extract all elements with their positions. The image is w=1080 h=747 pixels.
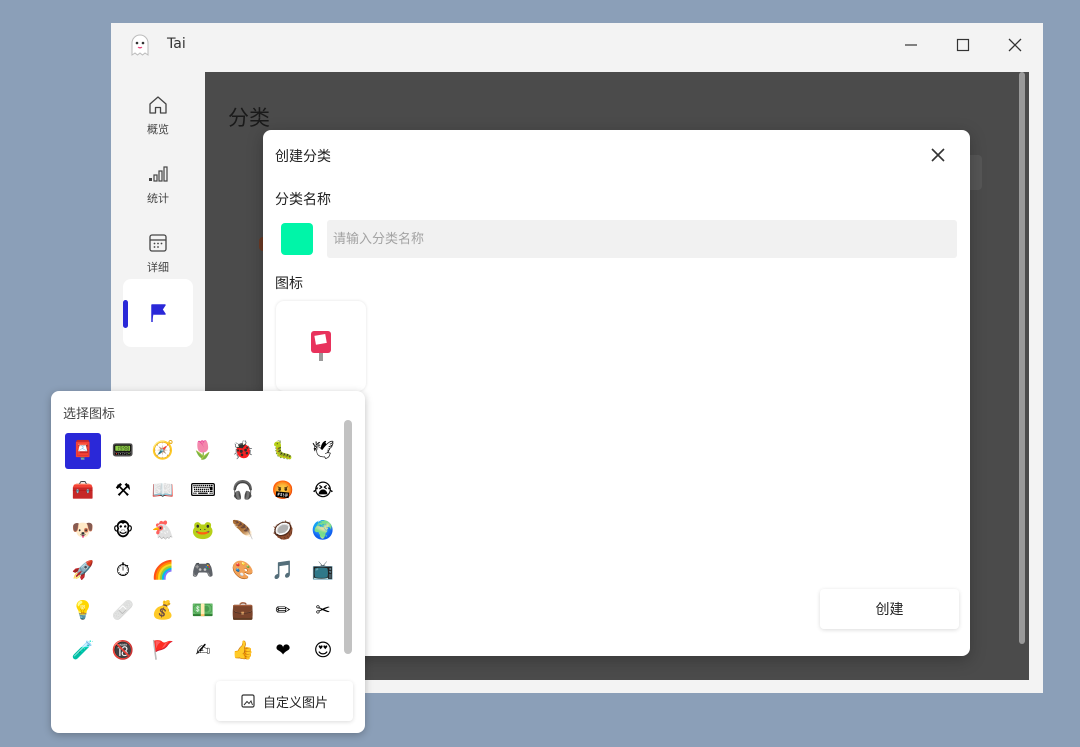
color-picker-swatch[interactable] (281, 223, 313, 255)
icon-option[interactable]: ❤ (265, 633, 301, 669)
icon-option[interactable]: 🧪 (65, 633, 101, 669)
icon-option[interactable]: 📺 (305, 553, 341, 589)
icon-label: 图标 (275, 276, 303, 292)
icon-option[interactable]: 🐸 (185, 513, 221, 549)
icon-option[interactable]: 🐶 (65, 513, 101, 549)
icon-option[interactable]: 🌈 (145, 553, 181, 589)
page-title: 分类 (228, 106, 270, 130)
icon-option[interactable]: ⚒ (105, 473, 141, 509)
icon-option[interactable]: ✍ (185, 633, 221, 669)
category-name-input[interactable] (327, 220, 957, 258)
icon-option[interactable]: 🕊 (305, 433, 341, 469)
icon-option[interactable]: 🤬 (265, 473, 301, 509)
close-icon (1008, 38, 1022, 52)
bar-signal-icon (149, 165, 168, 182)
icon-option[interactable]: 📟 (105, 433, 141, 469)
icon-option[interactable]: 🐔 (145, 513, 181, 549)
icon-option[interactable]: ✂ (305, 593, 341, 629)
icon-option[interactable]: 🚀 (65, 553, 101, 589)
icon-option[interactable]: 🧭 (145, 433, 181, 469)
icon-option[interactable]: 😭 (305, 473, 341, 509)
icon-option[interactable]: 📮 (65, 433, 101, 469)
icon-option[interactable]: ✏ (265, 593, 301, 629)
close-window-button[interactable] (1000, 31, 1030, 59)
sidebar-item-label: 统计 (147, 191, 169, 205)
picker-title: 选择图标 (63, 407, 116, 422)
minimize-button[interactable] (896, 31, 926, 59)
icon-option[interactable]: 📖 (145, 473, 181, 509)
dialog-title: 创建分类 (275, 149, 331, 165)
icon-option[interactable]: 🌍 (305, 513, 341, 549)
sidebar-item-categories[interactable] (123, 279, 193, 347)
icon-option[interactable]: 👍 (225, 633, 261, 669)
icon-option[interactable]: 🪶 (225, 513, 261, 549)
picker-scrollbar[interactable] (344, 420, 352, 654)
calendar-icon (149, 233, 167, 252)
maximize-icon (956, 38, 970, 52)
category-name-label: 分类名称 (275, 192, 331, 208)
icon-option[interactable]: ⌨ (185, 473, 221, 509)
icon-option[interactable]: 💰 (145, 593, 181, 629)
icon-option[interactable]: 🎧 (225, 473, 261, 509)
icon-option[interactable]: 🐵 (105, 513, 141, 549)
sidebar-item-label: 概览 (147, 122, 169, 136)
icon-grid: 📮 📟 🧭 🌷 🐞 🐛 🕊 🧰 ⚒ 📖 ⌨ 🎧 🤬 😭 🐶 🐵 🐔 🐸 🪶 🥥 🌍 🚀 ⏱ 🌈 🎮 🎨 🎵 📺 💡 🩹 💰 💵 💼 ✏ ✂ 🧪 🔞 🚩 ✍ 👍… (65, 433, 341, 669)
icon-option[interactable]: 💵 (185, 593, 221, 629)
app-title: Tai (167, 36, 186, 52)
icon-option[interactable]: 🥥 (265, 513, 301, 549)
icon-option[interactable]: 🎵 (265, 553, 301, 589)
close-icon (931, 148, 945, 162)
icon-option[interactable]: 🎨 (225, 553, 261, 589)
icon-preview-button[interactable] (276, 301, 366, 391)
icon-option[interactable]: 🐞 (225, 433, 261, 469)
icon-option[interactable]: 💼 (225, 593, 261, 629)
maximize-button[interactable] (948, 31, 978, 59)
icon-option[interactable]: 😍 (305, 633, 341, 669)
home-icon (149, 95, 167, 114)
app-logo-icon (131, 34, 149, 56)
postbox-icon (311, 331, 331, 361)
icon-option[interactable]: 🔞 (105, 633, 141, 669)
icon-option[interactable]: ⏱ (105, 553, 141, 589)
icon-option[interactable]: 🐛 (265, 433, 301, 469)
image-icon (241, 694, 255, 708)
create-category-dialog: 创建分类 分类名称 图标 创建 (263, 130, 970, 656)
sidebar-item-label: 详细 (147, 260, 169, 274)
icon-option[interactable]: 🎮 (185, 553, 221, 589)
flag-icon (151, 304, 166, 322)
content-scrollbar[interactable] (1019, 72, 1025, 644)
icon-option[interactable]: 💡 (65, 593, 101, 629)
icon-option[interactable]: 🚩 (145, 633, 181, 669)
dialog-close-button[interactable] (923, 142, 953, 168)
custom-image-label: 自定义图片 (262, 695, 328, 711)
sidebar-item-statistics[interactable]: 统计 (123, 153, 193, 215)
custom-image-button[interactable]: 自定义图片 (216, 681, 353, 721)
icon-option[interactable]: 🩹 (105, 593, 141, 629)
icon-option[interactable]: 🧰 (65, 473, 101, 509)
title-bar: Tai (111, 23, 1043, 67)
sidebar-item-overview[interactable]: 概览 (123, 84, 193, 146)
sidebar-item-details[interactable]: 详细 (123, 222, 193, 284)
create-button[interactable]: 创建 (820, 589, 959, 629)
icon-option[interactable]: 🌷 (185, 433, 221, 469)
active-indicator (123, 300, 128, 328)
icon-picker-popup: 选择图标 📮 📟 🧭 🌷 🐞 🐛 🕊 🧰 ⚒ 📖 ⌨ 🎧 🤬 😭 🐶 🐵 🐔 🐸 🪶 🥥 🌍 🚀 ⏱ 🌈 🎮 🎨 🎵 📺 💡 🩹 💰 💵 💼 ✏ ✂… (51, 391, 365, 733)
minimize-icon (905, 44, 917, 46)
